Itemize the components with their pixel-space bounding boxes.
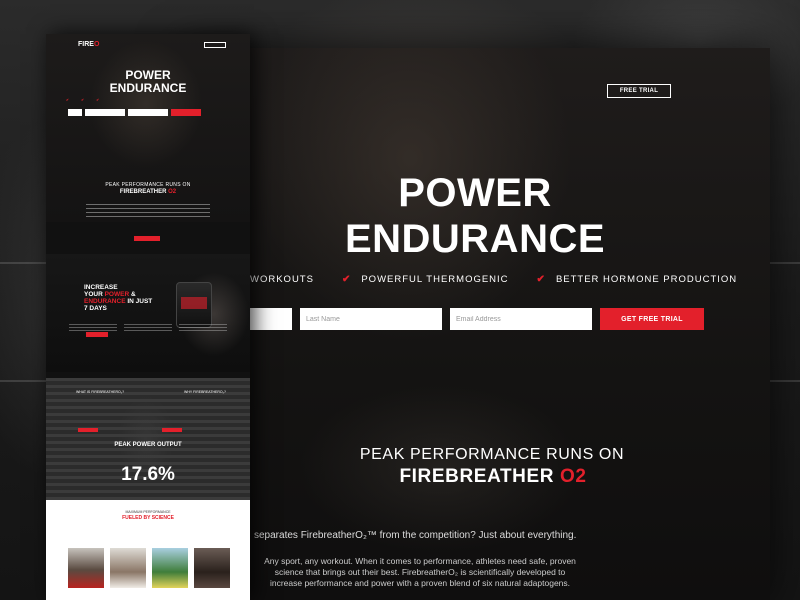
mini-ppo-title: PEAK POWER OUTPUT (114, 442, 182, 448)
mobile-page-preview: FIREO POWER ENDURANCE ✔ ✔ ✔ PEAK PERFORM… (46, 34, 250, 600)
mini-max-performance: MAXIMUM PERFORMANCE (125, 510, 171, 514)
body-copy: Any sport, any workout. When it comes to… (264, 556, 576, 588)
feature-column (178, 324, 227, 374)
athlete-photo (110, 548, 146, 588)
split-heading: WHY FIREBREATHERO₂? (184, 390, 226, 394)
logo-accent: O (93, 41, 100, 48)
email-input[interactable] (450, 308, 592, 330)
brand-accent: O2 (559, 466, 587, 487)
feature-column (123, 324, 172, 374)
mini-fueled-by-science: FUELED BY SCIENCE (122, 515, 174, 521)
mini-brand-heading: FIREBREATHER O2 (46, 189, 250, 195)
logo: FIREO (78, 41, 99, 48)
hero-title-line1: POWER (398, 171, 552, 215)
mini-hero: FIREO POWER ENDURANCE ✔ ✔ ✔ PEAK PERFORM… (46, 34, 250, 222)
signup-form: GET FREE TRIAL (248, 308, 704, 330)
first-name-input[interactable] (248, 308, 292, 330)
mini-text-lines (86, 204, 210, 220)
benefit-item: WORKOUTS (250, 274, 314, 285)
free-trial-button[interactable]: FREE TRIAL (607, 84, 671, 98)
athlete-photo (194, 548, 230, 588)
peak-heading: PEAK PERFORMANCE RUNS ON (359, 446, 625, 463)
product-title-line: INCREASE (84, 284, 118, 291)
hero-title: POWER ENDURANCE (180, 170, 770, 262)
benefit-item: ✔ POWERFUL THERMOGENIC (342, 274, 509, 285)
mini-split-buttons (78, 428, 182, 432)
brand-name: FIREBREATHER (399, 466, 560, 487)
mini-title-line2: ENDURANCE (109, 81, 187, 95)
hero-title-line2: ENDURANCE (344, 217, 606, 261)
product-title-line: YOUR POWER & (84, 291, 152, 298)
mini-input[interactable] (68, 109, 82, 116)
athlete-photo (68, 548, 104, 588)
product-title-part: & (129, 291, 136, 298)
mini-split-button[interactable] (78, 428, 98, 432)
benefit-label: BETTER HORMONE PRODUCTION (555, 274, 738, 285)
mini-athlete-photos (68, 548, 230, 588)
product-title-part: IN JUST (125, 298, 153, 305)
checkmark-icon: ✔ (96, 98, 100, 102)
mini-form (68, 109, 201, 116)
mini-benefit: ✔ (66, 98, 71, 102)
product-title-line: ENDURANCE IN JUST (84, 298, 152, 305)
compare-text: separates FirebreatherO₂™ from the compe… (254, 530, 577, 541)
benefit-item: ✔ BETTER HORMONE PRODUCTION (537, 274, 738, 285)
product-title-part: YOUR (84, 291, 105, 298)
checkmark-icon: ✔ (66, 98, 70, 102)
feature-column (69, 324, 118, 374)
athlete-photo (152, 548, 188, 588)
checkmark-icon: ✔ (341, 274, 352, 285)
mini-product-title: INCREASE YOUR POWER & ENDURANCE IN JUST … (84, 284, 152, 312)
product-title-part: ENDURANCE (84, 298, 126, 305)
mini-input[interactable] (128, 109, 168, 116)
brand-heading: FIREBREATHER O2 (216, 466, 770, 488)
mini-input[interactable] (85, 109, 125, 116)
mini-cta-button[interactable] (134, 236, 160, 241)
benefit-label: WORKOUTS (250, 274, 314, 285)
mini-benefits: ✔ ✔ ✔ (66, 98, 101, 102)
mini-science-section: MAXIMUM PERFORMANCE FUELED BY SCIENCE (46, 500, 250, 600)
last-name-input[interactable] (300, 308, 442, 330)
mini-split-button[interactable] (162, 428, 182, 432)
mini-title: POWER ENDURANCE (46, 69, 250, 95)
mini-stat-value: 17.6% (121, 464, 175, 485)
benefit-label: POWERFUL THERMOGENIC (361, 274, 509, 285)
get-free-trial-button[interactable]: GET FREE TRIAL (600, 308, 704, 330)
checkmark-icon: ✔ (536, 274, 546, 285)
product-title-line: 7 DAYS (84, 305, 107, 312)
mini-trial-button[interactable] (204, 42, 226, 48)
logo-text: FIRE (78, 41, 94, 48)
mini-submit-button[interactable] (171, 109, 201, 116)
mini-feature-columns (46, 324, 250, 374)
product-title-part: POWER (104, 291, 130, 298)
split-heading: WHAT IS FIREBREATHERO₂? (76, 390, 125, 394)
mini-benefit: ✔ (81, 98, 86, 102)
product-jar-image (176, 282, 212, 328)
mini-benefit: ✔ (96, 98, 101, 102)
benefits-list: WORKOUTS ✔ POWERFUL THERMOGENIC ✔ BETTER… (250, 274, 737, 285)
checkmark-icon: ✔ (81, 98, 85, 102)
mini-peak-heading: PEAK PERFORMANCE RUNS ON (105, 182, 191, 188)
mini-brand-accent: O2 (168, 189, 177, 195)
landing-page-main: FREE TRIAL POWER ENDURANCE WORKOUTS ✔ PO… (180, 48, 770, 600)
mini-split-headings: WHAT IS FIREBREATHERO₂? WHY FIREBREATHER… (76, 390, 226, 394)
mini-brand-name: FIREBREATHER (119, 189, 169, 195)
